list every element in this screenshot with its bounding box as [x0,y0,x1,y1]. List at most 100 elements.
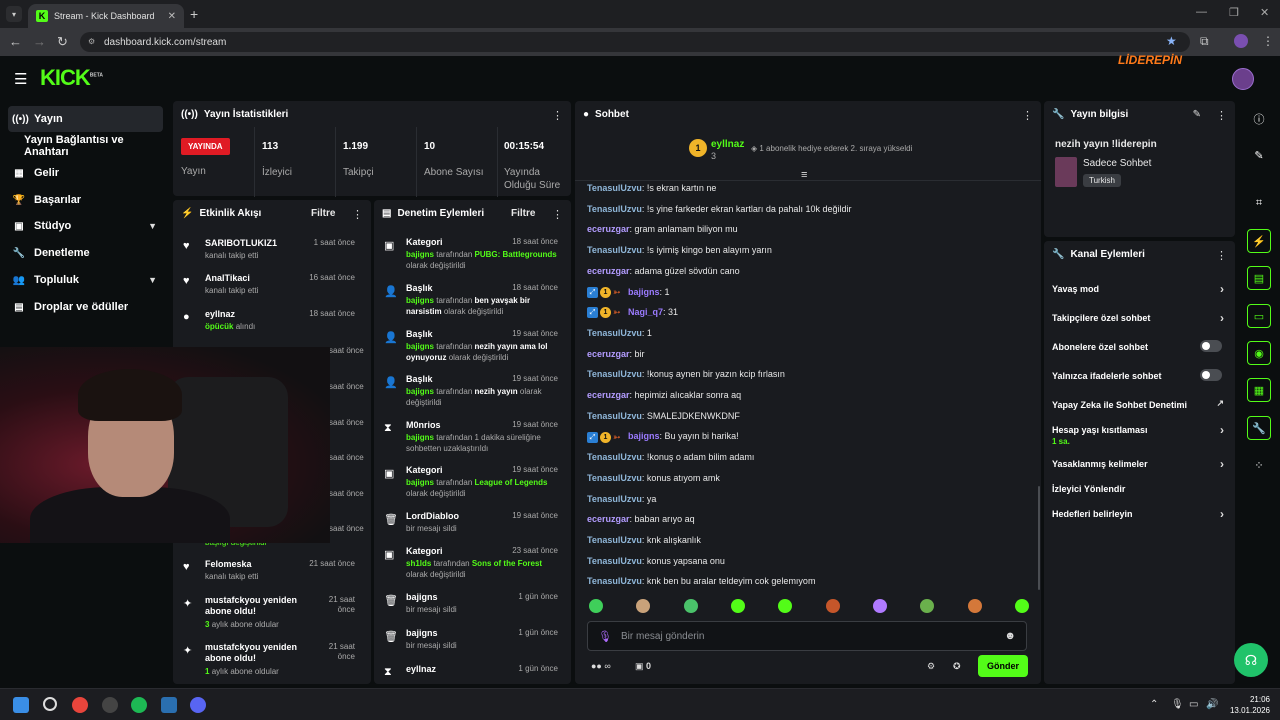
microphone-icon[interactable]: 🎙 [1171,699,1184,710]
filter-button[interactable]: Filtre [511,208,535,219]
window-close-icon[interactable]: ✕ [1260,6,1269,19]
channel-action-6[interactable]: Yasaklanmış kelimeler › [1052,457,1230,479]
points-display[interactable]: ●● ∞ [591,661,611,671]
chat-username[interactable]: TenasulUzvu [587,494,642,504]
screenshot-icon[interactable]: ⌗ [1247,191,1271,215]
chat-username[interactable]: TenasulUzvu [587,204,642,214]
chat-username[interactable]: bajigns [628,287,660,297]
chat-username[interactable]: eceruzgar [587,349,630,359]
document-icon[interactable]: ▤ [1247,266,1271,290]
emote-icon[interactable] [589,599,603,613]
more-options-icon[interactable]: ⋮ [1216,109,1227,122]
chat-username[interactable]: eceruzgar [587,390,630,400]
emote-icon[interactable] [636,599,651,613]
channel-action-3[interactable]: Yalnızca ifadelerle sohbet [1052,369,1230,391]
microphone-icon[interactable]: 🎙 [598,630,612,643]
chat-settings-icon[interactable]: ⚙ [927,661,935,672]
taskbar-clock[interactable]: 21:06 13.01.2026 [1224,694,1270,716]
edit-pencil-icon[interactable]: ✎ [1193,109,1201,120]
browser-menu-icon[interactable]: ⋮ [1262,34,1274,48]
chat-username[interactable]: eceruzgar [587,224,630,234]
chat-username[interactable]: Nagi_q7 [628,307,663,317]
sidebar-item-basarilar[interactable]: 🏆 Başarılar [8,187,163,213]
sidebar-item-topluluk[interactable]: 👥 Topluluk ▼ [8,267,163,293]
chat-scrollbar[interactable] [1038,486,1040,590]
sidebar-item-droplar[interactable]: ▤ Droplar ve ödüller [8,294,163,320]
toggle-switch[interactable] [1200,369,1222,381]
layout-icon[interactable]: ▦ [1247,378,1271,402]
emote-icon[interactable] [920,599,935,613]
spotify-icon[interactable] [131,697,147,713]
emote-icon[interactable] [872,599,887,613]
user-avatar[interactable] [1232,68,1254,90]
channel-action-5[interactable]: Hesap yaşı kısıtlaması 1 sa. › [1052,423,1230,446]
chat-icon[interactable]: ▭ [1247,304,1271,328]
chest-display[interactable]: ▣ 0 [635,661,651,672]
maximize-icon[interactable]: ❐ [1229,6,1239,19]
mod-tools-icon[interactable]: ✪ [953,661,961,672]
info-icon[interactable]: ⓘ [1247,107,1271,131]
kick-logo[interactable]: KICKBETA [40,65,103,91]
hamburger-menu-icon[interactable]: ☰ [14,70,27,88]
emote-icon[interactable] [1014,599,1029,613]
chat-username[interactable]: eceruzgar [587,514,630,524]
url-bar[interactable]: ⚙ dashboard.kick.com/stream [80,32,1190,52]
points-icon[interactable]: ⁘ [1247,453,1271,477]
browser-tab[interactable]: K Stream - Kick Dashboard ✕ [28,4,184,28]
back-icon[interactable]: ← [9,34,22,49]
sidebar-item-stream-key[interactable]: Yayın Bağlantısı ve Anahtarı [8,133,163,159]
chat-username[interactable]: TenasulUzvu [587,535,642,545]
bookmark-star-icon[interactable]: ★ [1166,34,1177,48]
edit-pencil-icon[interactable]: ✎ [1247,143,1271,167]
reload-icon[interactable]: ↻ [57,34,68,50]
tab-close-icon[interactable]: ✕ [168,11,176,22]
browser-profile-avatar[interactable] [1234,34,1248,48]
sidebar-item-studyo[interactable]: ▣ Stüdyo ▼ [8,213,163,239]
sidebar-item-gelir[interactable]: ▦ Gelir [8,160,163,186]
more-options-icon[interactable]: ⋮ [1022,109,1033,122]
more-options-icon[interactable]: ⋮ [352,208,363,221]
chat-username[interactable]: TenasulUzvu [587,473,642,483]
emote-icon[interactable] [730,599,745,613]
emote-icon[interactable] [778,599,793,613]
channel-action-1[interactable]: Takipçilere özel sohbet › [1052,311,1230,333]
steam-icon[interactable] [161,697,177,713]
send-button[interactable]: Gönder [978,655,1028,677]
more-options-icon[interactable]: ⋮ [1216,249,1227,262]
site-info-icon[interactable]: ⚙ [88,37,98,47]
emote-icon[interactable] [825,599,840,613]
sidebar-item-yayin[interactable]: ((•)) Yayın [8,106,163,132]
more-options-icon[interactable]: ⋮ [552,208,563,221]
more-options-icon[interactable]: ⋮ [552,109,563,122]
channel-action-8[interactable]: Hedefleri belirleyin › [1052,507,1230,529]
emote-icon[interactable] [967,599,982,613]
chat-username[interactable]: TenasulUzvu [587,576,642,586]
discord-icon[interactable] [190,697,206,713]
chat-username[interactable]: TenasulUzvu [587,369,642,379]
support-headset-icon[interactable]: ☊ [1234,643,1268,677]
filter-button[interactable]: Filtre [311,208,335,219]
volume-icon[interactable]: 🔊 [1206,699,1218,710]
channel-action-7[interactable]: İzleyici Yönlendir [1052,484,1230,504]
chrome-icon[interactable] [72,697,88,713]
chat-username[interactable]: TenasulUzvu [587,183,642,193]
emoji-icon[interactable]: ☻ [1004,630,1016,642]
chat-username[interactable]: TenasulUzvu [587,328,642,338]
chat-username[interactable]: TenasulUzvu [587,245,642,255]
wrench-icon[interactable]: 🔧 [1247,416,1271,440]
minimize-icon[interactable]: — [1196,6,1207,18]
channel-action-0[interactable]: Yavaş mod › [1052,282,1230,304]
broadcast-icon[interactable]: ◉ [1247,341,1271,365]
forward-icon[interactable]: → [33,34,46,49]
chat-username[interactable]: TenasulUzvu [587,411,642,421]
chat-username[interactable]: eceruzgar [587,266,630,276]
network-icon[interactable]: ▭ [1189,699,1198,710]
tab-search-icon[interactable]: ▾ [6,6,22,22]
chat-username[interactable]: TenasulUzvu [587,452,642,462]
chat-username[interactable]: TenasulUzvu [587,556,642,566]
windows-start-icon[interactable] [13,697,29,713]
sidebar-item-denetleme[interactable]: 🔧 Denetleme [8,240,163,266]
channel-action-2[interactable]: Abonelere özel sohbet [1052,340,1230,362]
chat-username[interactable]: bajigns [628,431,660,441]
search-icon[interactable] [43,697,57,711]
